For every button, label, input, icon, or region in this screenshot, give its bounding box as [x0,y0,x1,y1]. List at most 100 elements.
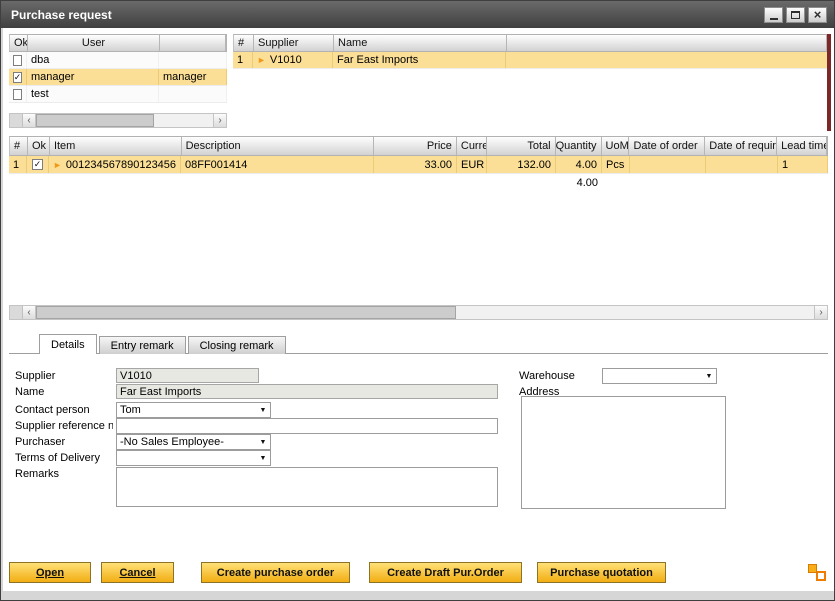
scrollbar-track[interactable] [456,306,814,319]
quantity-cell: 4.00 [556,156,602,173]
maximize-button[interactable] [786,7,805,23]
col-header-supplier[interactable]: Supplier [254,35,334,51]
col-header-currency[interactable]: Currency [457,137,487,155]
title-bar[interactable]: Purchase request × [1,1,834,28]
user-row[interactable]: ✓ manager manager [9,69,227,86]
quantity-total-cell: 4.00 [556,174,602,192]
remarks-textarea[interactable] [116,467,498,507]
ok-checkbox[interactable] [13,55,22,66]
chevron-down-icon[interactable]: ▼ [257,451,269,465]
cancel-button[interactable]: Cancel [101,562,174,583]
remarks-label: Remarks [15,468,59,480]
supplier-reference-input[interactable] [116,418,498,434]
scrollbar-corner [10,114,23,127]
tab-entry-remark[interactable]: Entry remark [99,336,186,354]
item-code-cell: ► 001234567890123456 [49,156,181,173]
user-cell: test [27,86,159,102]
name-label: Name [15,386,44,398]
scroll-left-icon[interactable]: ‹ [23,114,36,127]
col-header-name[interactable]: Name [334,35,507,51]
col-header-date-of-required[interactable]: Date of required [705,137,777,155]
name-field: Far East Imports [116,384,498,399]
minimize-button[interactable] [764,7,783,23]
open-button[interactable]: Open [9,562,91,583]
scrollbar-thumb[interactable] [36,306,456,319]
terms-of-delivery-combo[interactable]: ▼ [116,450,271,466]
chevron-down-icon[interactable]: ▼ [257,435,269,449]
date-of-order-cell [630,156,706,173]
item-row[interactable]: 1 ✓ ► 001234567890123456 08FF001414 33.0… [9,156,828,174]
user-extra-cell [159,86,227,102]
chevron-down-icon[interactable]: ▼ [257,403,269,417]
resize-grip-icon [816,571,826,581]
address-textarea[interactable] [521,396,726,509]
scroll-right-icon[interactable]: › [213,114,226,127]
terms-of-delivery-label: Terms of Delivery [15,452,100,464]
col-header-description[interactable]: Description [182,137,374,155]
close-button[interactable]: × [808,7,827,23]
col-header-quantity[interactable]: Quantity [556,137,602,155]
supplier-grid: # Supplier Name 1 ► V1010 Far East Impor… [233,34,828,69]
col-header-price[interactable]: Price [374,137,457,155]
col-header-total[interactable]: Total [487,137,556,155]
blank-cell [506,52,828,68]
link-arrow-icon[interactable]: ► [257,55,266,65]
supplier-label: Supplier [15,370,55,382]
ok-checkbox[interactable]: ✓ [32,159,43,170]
scroll-right-icon[interactable]: › [814,306,827,319]
col-header-lead-time[interactable]: Lead time [777,137,827,155]
tab-details[interactable]: Details [39,334,97,354]
col-header-num[interactable]: # [10,137,28,155]
col-header-date-of-order[interactable]: Date of order [629,137,705,155]
col-header-item[interactable]: Item [50,137,182,155]
col-header-ok[interactable]: Ok [10,35,28,51]
tab-closing-remark[interactable]: Closing remark [188,336,286,354]
scrollbar-track[interactable] [154,114,213,127]
col-header-blank [507,35,827,51]
window-title: Purchase request [11,8,761,22]
summary-row: 4.00 [9,174,828,192]
contact-person-value: Tom [120,404,141,416]
supplier-code: V1010 [270,54,302,66]
user-row[interactable]: test [9,86,227,103]
currency-cell: EUR [457,156,487,173]
items-grid-header: # Ok Item Description Price Currency Tot… [9,136,828,156]
grid-edge-marker [827,34,831,131]
row-number-cell: 1 [9,156,27,173]
supplier-row[interactable]: 1 ► V1010 Far East Imports [233,52,828,69]
warehouse-combo[interactable]: ▼ [602,368,717,384]
scroll-left-icon[interactable]: ‹ [23,306,36,319]
user-extra-cell [159,52,227,68]
contact-person-label: Contact person [15,404,90,416]
chevron-down-icon[interactable]: ▼ [703,369,715,383]
col-header-num[interactable]: # [234,35,254,51]
check-mark: ✓ [14,73,22,82]
user-row[interactable]: dba [9,52,227,69]
detail-tabs: Details Entry remark Closing remark [39,334,288,354]
purchaser-combo[interactable]: -No Sales Employee- ▼ [116,434,271,450]
date-of-required-cell [706,156,778,173]
purchaser-value: -No Sales Employee- [120,436,224,448]
col-header-user[interactable]: User [28,35,160,51]
price-cell: 33.00 [374,156,457,173]
close-icon: × [814,8,822,21]
purchase-quotation-button[interactable]: Purchase quotation [537,562,666,583]
ok-checkbox[interactable] [13,89,22,100]
create-draft-pur-order-button[interactable]: Create Draft Pur.Order [369,562,522,583]
lead-time-cell: 1 [778,156,828,173]
create-purchase-order-button[interactable]: Create purchase order [201,562,350,583]
ok-checkbox[interactable]: ✓ [13,72,23,83]
maximize-icon [791,11,800,19]
users-grid-header: Ok User [9,34,227,52]
scrollbar-thumb[interactable] [36,114,154,127]
col-header-ok[interactable]: Ok [28,137,50,155]
contact-person-combo[interactable]: Tom ▼ [116,402,271,418]
supplier-reference-label: Supplier reference number [15,420,113,432]
row-number-cell: 1 [233,52,253,68]
warehouse-label: Warehouse [519,370,575,382]
col-header-uom[interactable]: UoM [602,137,630,155]
resize-grip[interactable] [807,564,827,582]
scrollbar-corner [10,306,23,319]
item-code: 001234567890123456 [66,159,176,171]
link-arrow-icon[interactable]: ► [53,160,62,170]
